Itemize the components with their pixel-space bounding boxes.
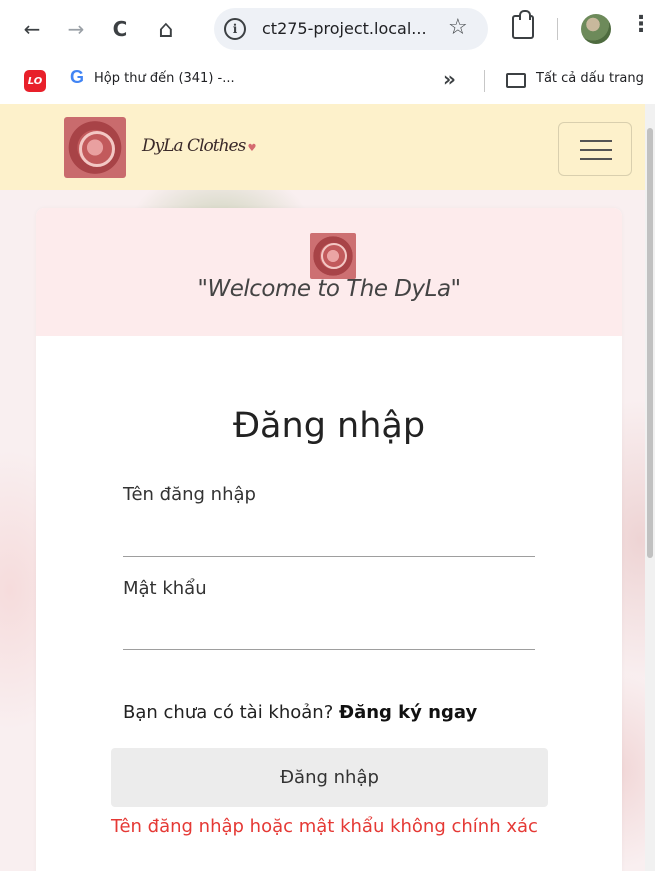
page-title: Đăng nhập (232, 406, 426, 446)
hamburger-line (580, 140, 612, 142)
card-logo-icon (310, 233, 356, 279)
forward-icon[interactable]: → (60, 13, 92, 45)
username-input[interactable] (123, 521, 535, 557)
login-card: "Welcome to The DyLa" Đăng nhập Tên đăng… (36, 208, 622, 871)
card-header: "Welcome to The DyLa" (36, 208, 622, 336)
address-bar[interactable]: i ct275-project.local... ☆ (214, 8, 488, 50)
navbar-toggle-button[interactable] (558, 122, 632, 176)
password-label: Mật khẩu (123, 578, 207, 599)
gmail-bookmark[interactable]: Hộp thư đến (341) -... (94, 71, 235, 86)
bookmarks-divider (484, 70, 485, 92)
password-input[interactable] (123, 614, 535, 650)
bookmark-star-icon[interactable]: ☆ (448, 15, 468, 40)
extensions-icon[interactable] (512, 10, 534, 39)
reload-icon[interactable]: C (104, 13, 136, 45)
all-bookmarks[interactable]: Tất cả dấu trang (536, 71, 644, 86)
error-message: Tên đăng nhập hoặc mật khẩu không chính … (111, 816, 538, 837)
home-icon[interactable]: ⌂ (150, 13, 182, 45)
heart-icon: ♥ (245, 143, 256, 154)
bookmarks-bar: LO G Hộp thư đến (341) -... » Tất cả dấu… (0, 58, 655, 104)
page-scrollbar[interactable] (645, 104, 655, 871)
brand-logo-icon[interactable] (64, 117, 126, 178)
site-navbar: DyLa Clothes ♥ (0, 104, 645, 190)
brand-wordmark[interactable]: DyLa Clothes ♥ (142, 136, 256, 156)
page-viewport: DyLa Clothes ♥ "Welcome to The DyLa" Đăn… (0, 104, 645, 871)
hamburger-line (580, 158, 612, 160)
toolbar-divider (557, 18, 558, 40)
more-menu-icon[interactable]: ⋮ (630, 12, 652, 37)
lo-bookmark-icon[interactable]: LO (24, 70, 46, 92)
username-label: Tên đăng nhập (123, 484, 256, 505)
signup-link[interactable]: Đăng ký ngay (339, 702, 477, 723)
signup-prompt-text: Bạn chưa có tài khoản? (123, 702, 339, 723)
scrollbar-thumb[interactable] (647, 128, 653, 558)
welcome-text: "Welcome to The DyLa" (197, 276, 461, 302)
google-icon[interactable]: G (70, 67, 84, 88)
browser-toolbar: ← → C ⌂ i ct275-project.local... ☆ ⋮ (0, 0, 655, 58)
site-info-icon[interactable]: i (224, 18, 246, 40)
hamburger-line (580, 149, 612, 151)
back-icon[interactable]: ← (16, 13, 48, 45)
folder-icon[interactable] (506, 73, 526, 88)
url-text[interactable]: ct275-project.local... (262, 19, 427, 38)
signup-prompt: Bạn chưa có tài khoản? Đăng ký ngay (123, 702, 477, 723)
login-button[interactable]: Đăng nhập (111, 748, 548, 807)
more-bookmarks-chevron-icon[interactable]: » (443, 67, 456, 91)
profile-avatar[interactable] (581, 14, 611, 44)
brand-name: DyLa Clothes (142, 136, 246, 156)
